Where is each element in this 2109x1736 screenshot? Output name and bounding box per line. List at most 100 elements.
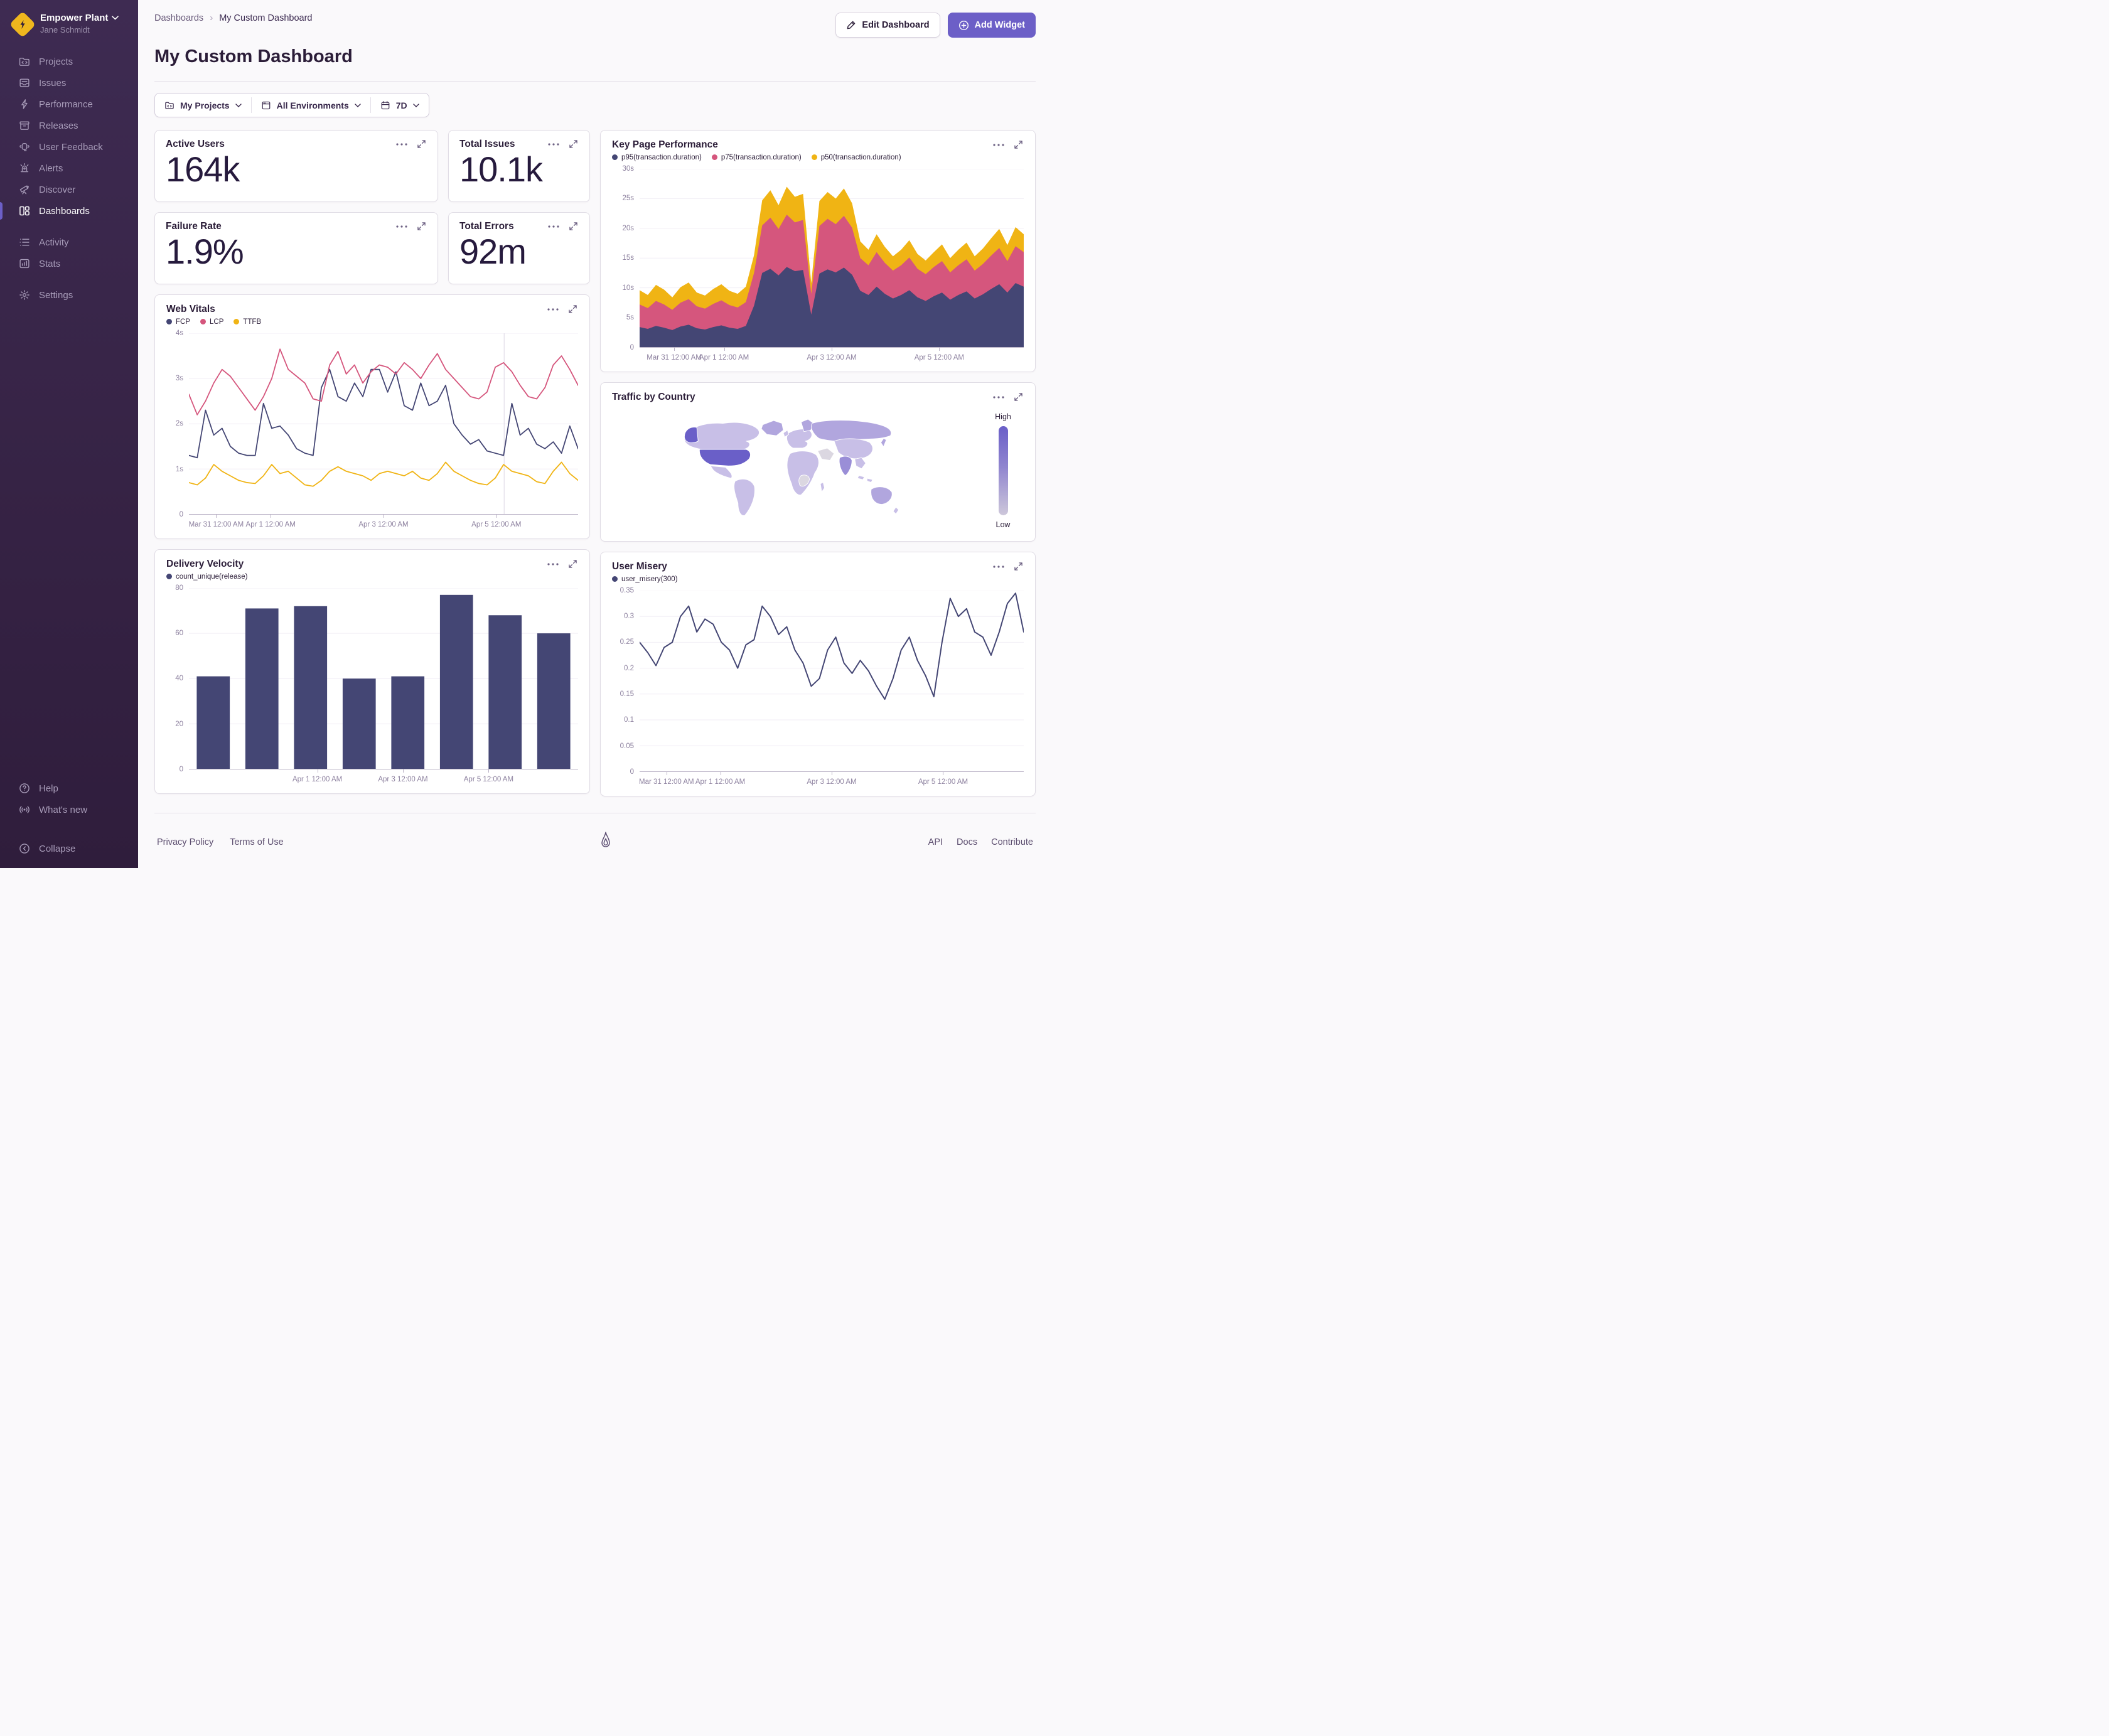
calendar-icon [381,100,390,109]
map-europe [786,429,812,449]
widget-menu-button[interactable] [992,142,1006,147]
sidebar-item-alerts[interactable]: Alerts [0,158,138,179]
date-range-filter[interactable]: 7D [371,94,429,117]
user-feedback-icon [19,143,30,151]
sidebar-item-label: Projects [39,56,73,67]
widget-menu-button[interactable] [547,224,561,229]
chevron-down-icon [412,103,419,107]
help-icon [19,783,30,793]
expand-icon [1014,393,1022,401]
sidebar-item-label: Dashboards [39,205,90,217]
legend-item[interactable]: FCP [166,318,190,326]
page-title: My Custom Dashboard [154,46,353,67]
legend-item[interactable]: p75(transaction.duration) [711,154,802,161]
ellipsis-icon [396,142,407,146]
docs-link[interactable]: Docs [957,837,977,847]
widget-expand-button[interactable] [568,139,579,149]
widget-expand-button[interactable] [1013,392,1024,402]
terms-of-use-link[interactable]: Terms of Use [230,837,283,847]
legend-item[interactable]: p50(transaction.duration) [811,154,901,161]
sidebar-item-user-feedback[interactable]: User Feedback [0,136,138,158]
widget-title: Failure Rate [166,221,222,232]
activity-icon [19,238,30,246]
chevron-down-icon [112,16,119,20]
expand-icon [569,222,577,230]
map-madagascar [820,482,825,493]
delivery-velocity-chart [189,588,578,769]
widget-menu-button[interactable] [992,564,1006,569]
sidebar-item-label: What's new [39,804,88,815]
sidebar-item-label: Alerts [39,163,63,174]
sidebar-item-activity[interactable]: Activity [0,232,138,253]
widget-title: Active Users [166,139,225,149]
expand-icon [569,560,577,568]
sidebar-item-releases[interactable]: Releases [0,115,138,136]
widget-expand-button[interactable] [416,221,427,232]
widget-expand-button[interactable] [568,221,579,232]
sidebar-collapse-button[interactable]: Collapse [0,838,138,859]
map-legend: High Low [985,406,1024,536]
sidebar-item-help[interactable]: Help [0,778,138,799]
sidebar-item-projects[interactable]: Projects [0,51,138,72]
widget-expand-button[interactable] [567,559,578,569]
legend-low-label: Low [995,520,1011,530]
widget-menu-button[interactable] [395,224,409,229]
widget-expand-button[interactable] [1013,139,1024,150]
widget-expand-button[interactable] [416,139,427,149]
sidebar-item-performance[interactable]: Performance [0,94,138,115]
chevron-down-icon [355,103,361,107]
kpi-value: 164k [166,149,240,189]
legend-item[interactable]: user_misery(300) [612,576,677,583]
issues-icon [19,78,30,87]
expand-icon [417,222,426,230]
widget-total-issues: Total Issues 10.1k [448,130,590,202]
ellipsis-icon [993,143,1004,146]
legend-item[interactable]: p95(transaction.duration) [612,154,702,161]
ellipsis-icon [548,225,559,228]
x-axis: Apr 1 12:00 AM Apr 3 12:00 AM Apr 5 12:00 … [189,769,578,788]
sidebar-item-dashboards[interactable]: Dashboards [0,200,138,222]
y-axis: 4s 3s 2s 1s 0 [175,329,183,518]
widget-menu-button[interactable] [546,562,560,567]
legend-item[interactable]: count_unique(release) [166,573,247,581]
widget-menu-button[interactable] [395,142,409,147]
sidebar-item-discover[interactable]: Discover [0,179,138,200]
api-link[interactable]: API [928,837,943,847]
chart-legend: count_unique(release) [166,573,578,581]
map-greenland [761,420,784,436]
map-south-america [734,479,755,517]
legend-item[interactable]: TTFB [233,318,261,326]
collapse-icon [19,844,30,854]
sidebar-item-whats-new[interactable]: What's new [0,799,138,820]
ellipsis-icon [396,225,407,228]
projects-icon [19,58,30,66]
x-axis: Mar 31 12:00 AM Apr 1 12:00 AM Apr 3 12:00… [189,515,578,533]
edit-dashboard-button[interactable]: Edit Dashboard [835,13,940,38]
map-central-asia [834,438,873,459]
add-widget-button[interactable]: Add Widget [947,13,1036,38]
sidebar-item-issues[interactable]: Issues [0,72,138,94]
widget-menu-button[interactable] [547,142,561,147]
y-axis: 30s 25s 20s 15s 10s 5s 0 [622,164,634,351]
page-footer: Privacy Policy Terms of Use API Docs Con… [154,813,1036,872]
contribute-link[interactable]: Contribute [991,837,1033,847]
widget-expand-button[interactable] [1013,561,1024,572]
environment-filter[interactable]: All Environments [252,94,370,117]
breadcrumb-current: My Custom Dashboard [219,13,313,23]
widget-menu-button[interactable] [546,307,560,312]
kpi-value: 10.1k [459,149,543,189]
widget-menu-button[interactable] [992,395,1006,400]
widget-expand-button[interactable] [567,304,578,314]
user-misery-chart [640,591,1024,772]
user-name: Jane Schmidt [40,25,90,35]
legend-item[interactable]: LCP [200,318,223,326]
map-indonesia [857,475,865,480]
breadcrumb-dashboards-link[interactable]: Dashboards [154,13,203,23]
privacy-policy-link[interactable]: Privacy Policy [157,837,213,847]
project-filter[interactable]: My Projects [155,94,251,117]
page-header: Dashboards › My Custom Dashboard Edit Da… [154,0,1036,82]
sidebar-item-settings[interactable]: Settings [0,284,138,306]
org-switcher[interactable]: Empower Plant Jane Schmidt [0,11,138,38]
legend-high-label: High [995,412,1011,422]
sidebar-item-stats[interactable]: Stats [0,253,138,274]
